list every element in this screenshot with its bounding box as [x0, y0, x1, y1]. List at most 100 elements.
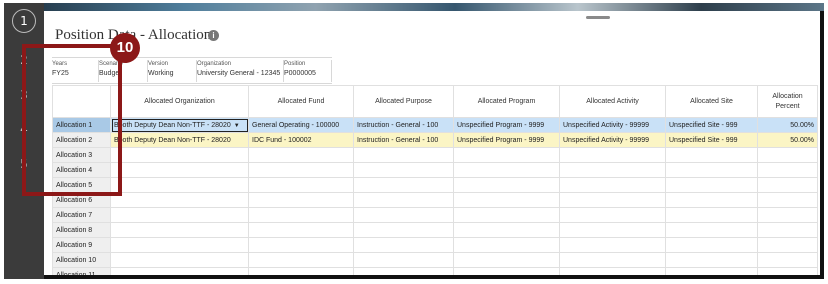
callout-number: 10 [110, 33, 140, 63]
grid-cell[interactable] [665, 252, 758, 268]
grid-cell[interactable] [559, 147, 666, 163]
grid-cell[interactable] [559, 192, 666, 208]
grid-cell[interactable] [559, 207, 666, 223]
grid-cell[interactable] [248, 267, 354, 275]
grid-cell[interactable] [353, 177, 454, 193]
grid-cell[interactable] [665, 162, 758, 178]
grid-cell[interactable] [453, 162, 560, 178]
grid-cell[interactable] [559, 222, 666, 238]
grid-cell[interactable]: 50.00% [757, 132, 818, 148]
grid-cell[interactable] [453, 192, 560, 208]
grid-cell[interactable] [757, 192, 818, 208]
grid-cell[interactable] [453, 237, 560, 253]
grid-cell[interactable] [110, 162, 249, 178]
grid-cell[interactable] [453, 147, 560, 163]
grid-cell[interactable] [110, 267, 249, 275]
grid-cell[interactable] [353, 237, 454, 253]
grid-cell[interactable] [757, 177, 818, 193]
grid-cell[interactable] [353, 252, 454, 268]
grid-cell[interactable] [453, 207, 560, 223]
grid-cell[interactable] [110, 192, 249, 208]
col-header[interactable]: Allocated Site [665, 85, 758, 118]
grid-cell[interactable] [665, 177, 758, 193]
grid-cell[interactable] [353, 162, 454, 178]
grid-cell[interactable] [757, 252, 818, 268]
grid-cell[interactable]: General Operating - 100000 [248, 117, 354, 133]
row-header[interactable]: Allocation 8 [52, 222, 111, 238]
col-header[interactable]: Allocated Activity [559, 85, 666, 118]
drag-handle[interactable] [586, 16, 610, 19]
grid-cell[interactable] [665, 207, 758, 223]
grid-cell[interactable] [110, 222, 249, 238]
form-panel: Position Data - Allocation i Years FY25 … [44, 11, 820, 275]
grid-cell[interactable]: Unspecified Program - 9999 [453, 132, 560, 148]
grid-cell[interactable] [757, 147, 818, 163]
grid-cell[interactable] [353, 222, 454, 238]
grid-cell[interactable] [248, 222, 354, 238]
grid-cell[interactable] [248, 192, 354, 208]
step-1[interactable]: 1 [12, 9, 36, 33]
info-icon[interactable]: i [208, 30, 219, 41]
col-header[interactable]: Allocated Fund [248, 85, 354, 118]
grid-cell[interactable]: Unspecified Site - 999 [665, 117, 758, 133]
grid-cell[interactable]: 50.00% [757, 117, 818, 133]
grid-cell[interactable] [757, 222, 818, 238]
grid-cell[interactable] [453, 177, 560, 193]
grid-cell[interactable] [757, 207, 818, 223]
grid-cell[interactable] [665, 147, 758, 163]
grid-cell[interactable] [453, 267, 560, 275]
grid-cell[interactable]: Unspecified Site - 999 [665, 132, 758, 148]
grid-cell[interactable] [559, 162, 666, 178]
grid-cell[interactable] [353, 207, 454, 223]
grid-cell[interactable]: Unspecified Activity - 99999 [559, 117, 666, 133]
pov-position[interactable]: Position P0000005 [284, 60, 332, 82]
grid-cell[interactable] [110, 237, 249, 253]
grid-cell[interactable]: Unspecified Program - 9999 [453, 117, 560, 133]
grid-cell[interactable] [757, 162, 818, 178]
grid-cell[interactable] [248, 237, 354, 253]
row-header[interactable]: Allocation 9 [52, 237, 111, 253]
grid-cell[interactable] [559, 267, 666, 275]
grid-cell[interactable] [453, 252, 560, 268]
grid-cell[interactable]: Instruction - General - 100 [353, 117, 454, 133]
grid-cell[interactable] [353, 267, 454, 275]
grid-cell[interactable]: Booth Deputy Dean Non-TTF - 28020 [110, 132, 249, 148]
pov-organization[interactable]: Organization University General - 12345 [197, 60, 284, 82]
grid-cell[interactable] [110, 252, 249, 268]
row-header[interactable]: Allocation 11 [52, 267, 111, 275]
grid-cell[interactable] [248, 252, 354, 268]
grid-cell[interactable]: Unspecified Activity - 99999 [559, 132, 666, 148]
grid-cell[interactable] [559, 252, 666, 268]
grid-cell[interactable] [353, 147, 454, 163]
col-header[interactable]: Allocation Percent [757, 85, 818, 118]
grid-cell[interactable] [559, 177, 666, 193]
grid-cell[interactable] [248, 147, 354, 163]
col-header[interactable]: Allocated Organization [110, 85, 249, 118]
col-header[interactable]: Allocated Program [453, 85, 560, 118]
grid-cell[interactable] [110, 207, 249, 223]
grid-cell[interactable] [665, 192, 758, 208]
grid-cell[interactable] [110, 177, 249, 193]
row-header[interactable]: Allocation 10 [52, 252, 111, 268]
grid-cell[interactable] [353, 192, 454, 208]
grid-cell[interactable] [453, 222, 560, 238]
callout-highlight-box [22, 44, 122, 196]
grid-cell[interactable] [110, 147, 249, 163]
grid-cell[interactable] [248, 177, 354, 193]
grid-cell[interactable] [665, 267, 758, 275]
pov-label: Organization [197, 61, 232, 67]
grid-cell[interactable]: Instruction - General - 100 [353, 132, 454, 148]
col-header[interactable]: Allocated Purpose [353, 85, 454, 118]
grid-cell[interactable] [665, 222, 758, 238]
grid-cell[interactable] [248, 207, 354, 223]
grid-cell[interactable]: IDC Fund - 100002 [248, 132, 354, 148]
chevron-down-icon[interactable]: ▼ [234, 123, 240, 129]
grid-cell[interactable]: Booth Deputy Dean Non-TTF - 28020 ▼ [110, 117, 249, 133]
row-header[interactable]: Allocation 7 [52, 207, 111, 223]
grid-cell[interactable] [757, 237, 818, 253]
pov-version[interactable]: Version Working [148, 60, 197, 82]
grid-cell[interactable] [248, 162, 354, 178]
grid-cell[interactable] [665, 237, 758, 253]
grid-cell[interactable] [757, 267, 818, 275]
grid-cell[interactable] [559, 237, 666, 253]
